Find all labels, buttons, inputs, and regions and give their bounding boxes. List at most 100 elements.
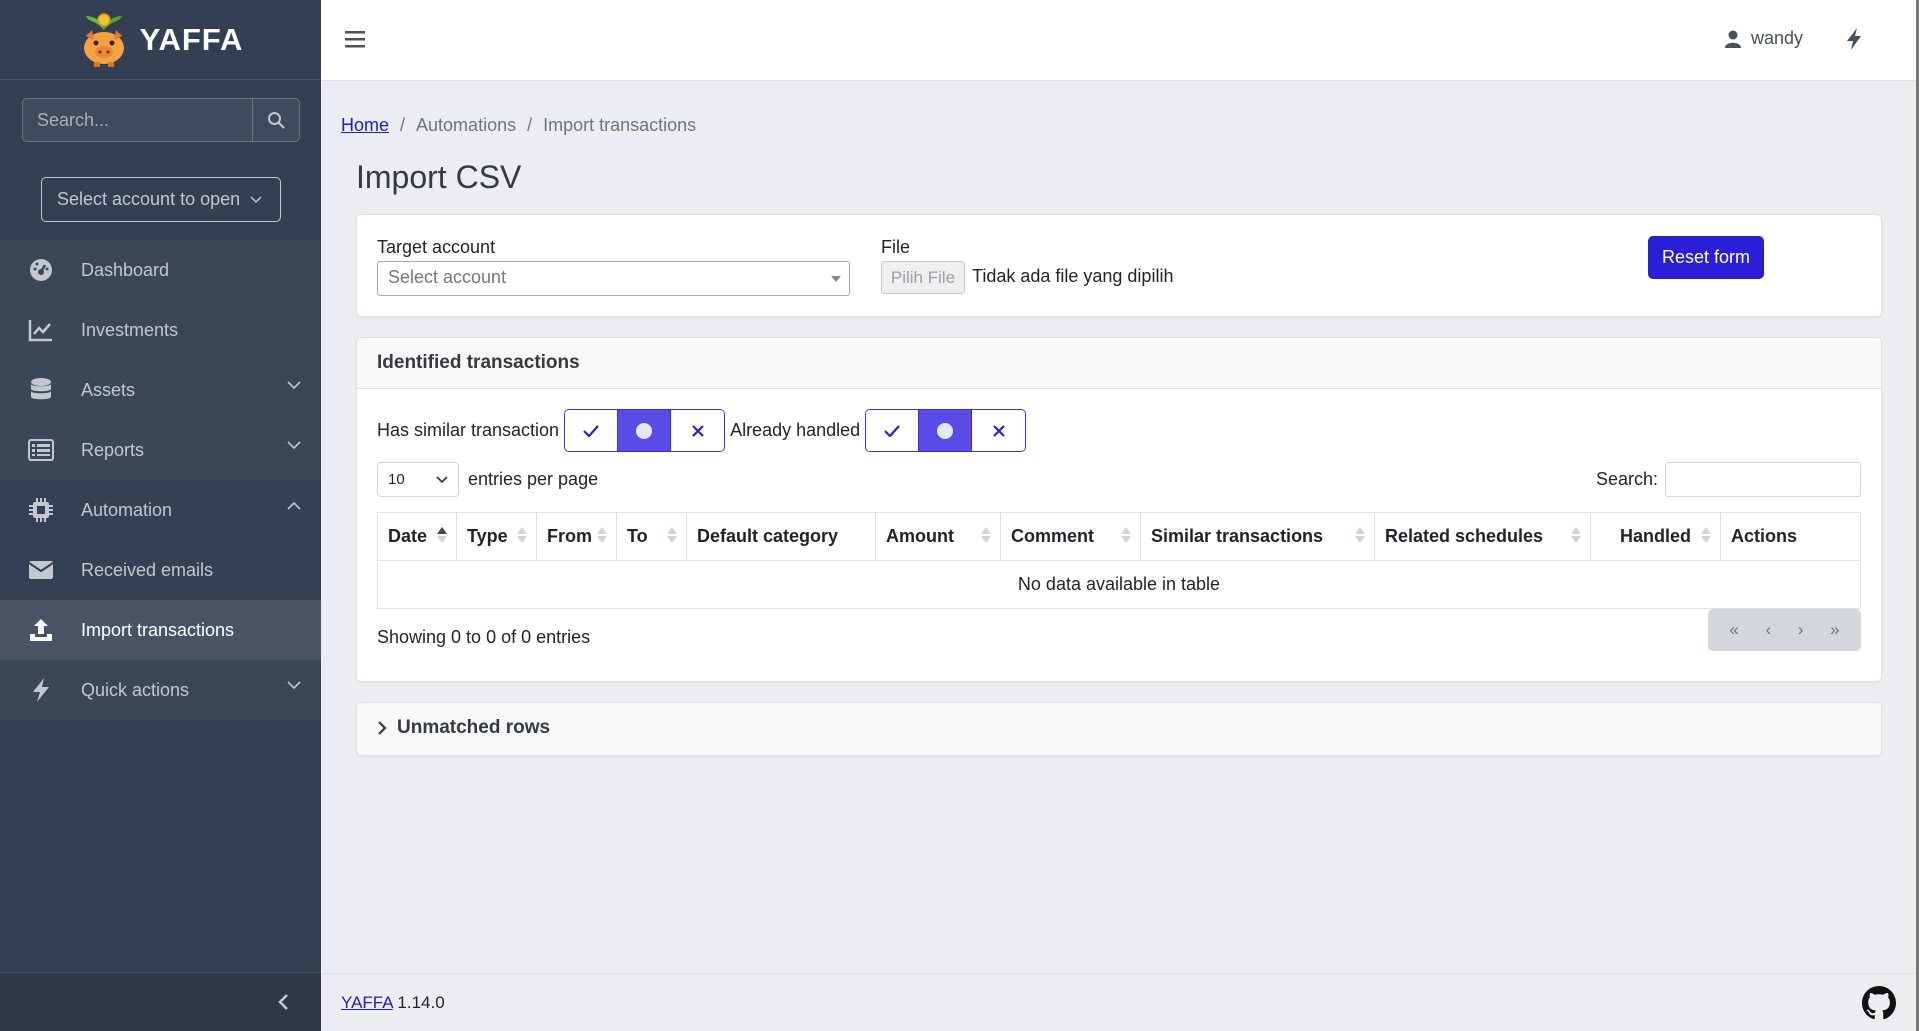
brand-name: YAFFA bbox=[139, 21, 244, 57]
sort-icon bbox=[981, 527, 991, 543]
footer-yaffa-link[interactable]: YAFFA bbox=[341, 993, 393, 1012]
sidebar-item-dashboard[interactable]: Dashboard bbox=[0, 240, 321, 300]
upload-icon bbox=[26, 615, 56, 645]
pager-next[interactable]: › bbox=[1798, 620, 1804, 640]
chevron-down-icon bbox=[250, 195, 262, 203]
close-icon bbox=[691, 424, 704, 437]
user-icon bbox=[1725, 30, 1741, 48]
sidebar-item-label: Investments bbox=[81, 319, 179, 340]
sidebar-item-quick-actions[interactable]: Quick actions bbox=[0, 660, 321, 720]
sidebar-item-received-emails[interactable]: Received emails bbox=[0, 540, 321, 600]
sidebar-search-button[interactable] bbox=[252, 98, 300, 142]
github-icon[interactable] bbox=[1862, 986, 1896, 1026]
col-actions: Actions bbox=[1720, 512, 1861, 561]
chart-line-icon bbox=[26, 315, 56, 345]
target-account-label: Target account bbox=[377, 237, 496, 257]
breadcrumb-automations: Automations bbox=[416, 115, 517, 135]
sidebar-item-assets[interactable]: Assets bbox=[0, 360, 321, 420]
col-amount[interactable]: Amount bbox=[875, 512, 1001, 561]
hamburger-menu-icon[interactable] bbox=[345, 30, 365, 54]
col-related-schedules[interactable]: Related schedules bbox=[1374, 512, 1591, 561]
table-info: Showing 0 to 0 of 0 entries bbox=[377, 627, 591, 647]
sort-icon bbox=[1121, 527, 1131, 543]
chevron-left-icon bbox=[278, 994, 288, 1010]
file-label: File bbox=[881, 237, 911, 257]
sort-icon bbox=[437, 527, 447, 543]
target-account-select[interactable]: Select account bbox=[377, 261, 850, 296]
handled-filter-no[interactable] bbox=[972, 410, 1026, 451]
footer-version: YAFFA 1.14.0 bbox=[341, 993, 445, 1013]
pager-first[interactable]: « bbox=[1729, 620, 1738, 640]
topbar: wandy bbox=[321, 0, 1916, 81]
table-search-input[interactable] bbox=[1665, 462, 1861, 497]
list-icon bbox=[26, 435, 56, 465]
chevron-up-icon bbox=[287, 501, 301, 510]
pagination: « ‹ › » bbox=[1708, 609, 1861, 651]
pager-prev[interactable]: ‹ bbox=[1765, 620, 1771, 640]
gauge-icon bbox=[26, 255, 56, 285]
choose-file-button[interactable]: Pilih File bbox=[881, 261, 965, 294]
page-length-suffix: entries per page bbox=[468, 469, 599, 489]
handled-filter-toggle bbox=[865, 409, 1027, 452]
page-length-select[interactable]: 10 bbox=[377, 462, 459, 497]
chevron-down-icon bbox=[287, 381, 301, 390]
sidebar-item-reports[interactable]: Reports bbox=[0, 420, 321, 480]
sidebar-item-label: Assets bbox=[81, 379, 136, 400]
database-icon bbox=[26, 375, 56, 405]
check-icon bbox=[884, 424, 900, 437]
search-icon bbox=[268, 112, 285, 129]
circle-icon bbox=[937, 422, 954, 439]
transactions-table: Date Type From To Default category Amoun… bbox=[377, 512, 1861, 609]
col-handled[interactable]: Handled bbox=[1590, 512, 1721, 561]
sidebar-item-automation[interactable]: Automation bbox=[0, 480, 321, 540]
breadcrumb: Home / Automations / Import transactions bbox=[341, 115, 696, 136]
table-search-label: Search: bbox=[1595, 469, 1658, 489]
handled-filter-any[interactable] bbox=[919, 410, 973, 451]
unmatched-rows-card[interactable]: Unmatched rows bbox=[356, 702, 1882, 756]
sidebar-search-input[interactable] bbox=[22, 98, 252, 142]
sidebar-item-import-transactions[interactable]: Import transactions bbox=[0, 600, 321, 660]
col-similar-transactions[interactable]: Similar transactions bbox=[1140, 512, 1375, 561]
col-comment[interactable]: Comment bbox=[1000, 512, 1141, 561]
quick-actions-bolt-icon[interactable] bbox=[1845, 27, 1863, 57]
table-empty-message: No data available in table bbox=[377, 560, 1861, 609]
pager-last[interactable]: » bbox=[1830, 620, 1839, 640]
col-default-category: Default category bbox=[686, 512, 876, 561]
handled-filter-yes[interactable] bbox=[866, 410, 920, 451]
version-number: 1.14.0 bbox=[397, 993, 445, 1012]
col-date[interactable]: Date bbox=[377, 512, 457, 561]
unmatched-rows-header[interactable]: Unmatched rows bbox=[357, 703, 1881, 753]
col-from[interactable]: From bbox=[536, 512, 617, 561]
user-menu[interactable]: wandy bbox=[1725, 28, 1803, 49]
breadcrumb-home-link[interactable]: Home bbox=[341, 115, 389, 136]
sort-icon bbox=[1571, 527, 1581, 543]
target-account-placeholder: Select account bbox=[388, 267, 507, 287]
identified-transactions-card: Identified transactions Has similar tran… bbox=[356, 337, 1882, 682]
account-select-label: Select account to open bbox=[57, 189, 241, 209]
sidebar-nav: Dashboard Investments Assets Reports Aut… bbox=[0, 240, 321, 720]
sidebar-item-label: Received emails bbox=[81, 559, 214, 580]
similar-filter-label: Has similar transaction bbox=[377, 420, 560, 440]
chip-icon bbox=[26, 495, 56, 525]
breadcrumb-current: Import transactions bbox=[543, 115, 697, 135]
close-icon bbox=[992, 424, 1005, 437]
chevron-down-icon bbox=[436, 475, 448, 483]
reset-form-button[interactable]: Reset form bbox=[1648, 236, 1764, 279]
sidebar-search bbox=[22, 98, 300, 142]
identified-transactions-title: Identified transactions bbox=[357, 338, 1881, 389]
similar-filter-any[interactable] bbox=[618, 410, 672, 451]
breadcrumb-separator: / bbox=[527, 115, 533, 135]
similar-filter-no[interactable] bbox=[671, 410, 725, 451]
filters: Has similar transaction Already handled bbox=[377, 409, 1031, 452]
similar-filter-yes[interactable] bbox=[565, 410, 619, 451]
sort-icon bbox=[1355, 527, 1365, 543]
sidebar: YAFFA Select account to open Dashboard I… bbox=[0, 0, 321, 1031]
sidebar-item-investments[interactable]: Investments bbox=[0, 300, 321, 360]
sidebar-collapse-button[interactable] bbox=[0, 972, 321, 1031]
table-row: No data available in table bbox=[377, 560, 1861, 609]
col-to[interactable]: To bbox=[616, 512, 687, 561]
sort-icon bbox=[597, 527, 607, 543]
brand[interactable]: YAFFA bbox=[0, 0, 321, 80]
col-type[interactable]: Type bbox=[456, 512, 537, 561]
account-select-dropdown[interactable]: Select account to open bbox=[41, 177, 281, 222]
